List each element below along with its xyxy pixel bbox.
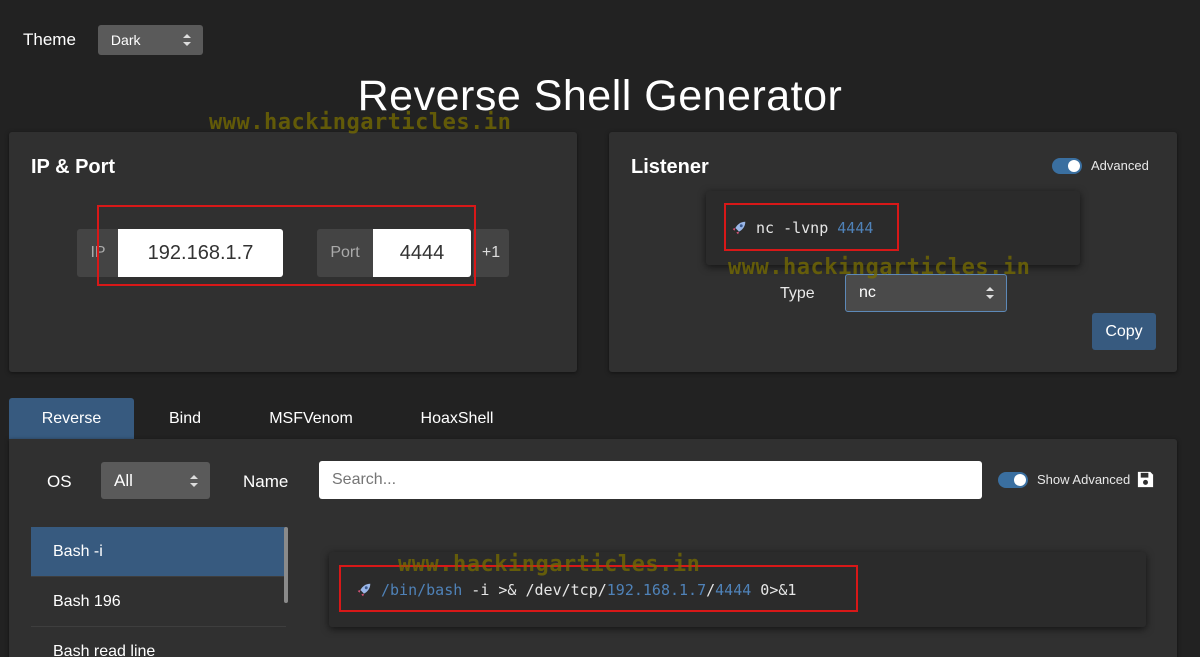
name-label: Name [243,472,289,491]
os-select-value: All [114,470,133,490]
advanced-toggle[interactable] [1052,158,1082,174]
updown-arrows-icon [986,287,994,299]
shell-command-highlight [339,565,858,612]
ip-port-title: IP & Port [31,156,116,178]
theme-select[interactable]: Dark [97,25,203,55]
theme-label: Theme [23,30,76,49]
show-advanced-label: Show Advanced [1037,472,1131,487]
listener-type-select[interactable]: nc [845,274,1007,312]
tab-msfvenom[interactable]: MSFVenom [250,398,372,439]
tab-bind[interactable]: Bind [140,398,230,439]
os-label: OS [47,472,72,491]
os-select[interactable]: All [101,462,210,499]
listener-command-highlight [724,203,899,251]
search-input[interactable] [319,461,982,499]
page-title: Reverse Shell Generator [357,72,843,120]
theme-select-value: Dark [110,32,141,48]
listener-title: Listener [631,156,709,178]
theme-selector: Theme Dark [23,25,203,55]
copy-button[interactable]: Copy [1092,313,1156,350]
shell-list-item[interactable]: Bash -i [31,527,286,577]
advanced-label: Advanced [1091,158,1149,173]
type-label: Type [780,285,815,302]
updown-arrows-icon [190,474,198,487]
tab-hoaxshell[interactable]: HoaxShell [397,398,517,439]
listener-type-value: nc [859,284,876,301]
list-scrollbar[interactable] [284,527,288,603]
tab-reverse[interactable]: Reverse [9,398,134,439]
shell-list-item[interactable]: Bash 196 [31,577,286,627]
port-increment-button[interactable]: +1 [473,229,509,277]
save-icon[interactable] [1136,470,1155,489]
shell-list-item[interactable]: Bash read line [31,627,286,657]
ip-port-highlight [97,205,476,286]
show-advanced-toggle[interactable] [998,472,1028,488]
updown-arrows-icon [182,34,191,46]
